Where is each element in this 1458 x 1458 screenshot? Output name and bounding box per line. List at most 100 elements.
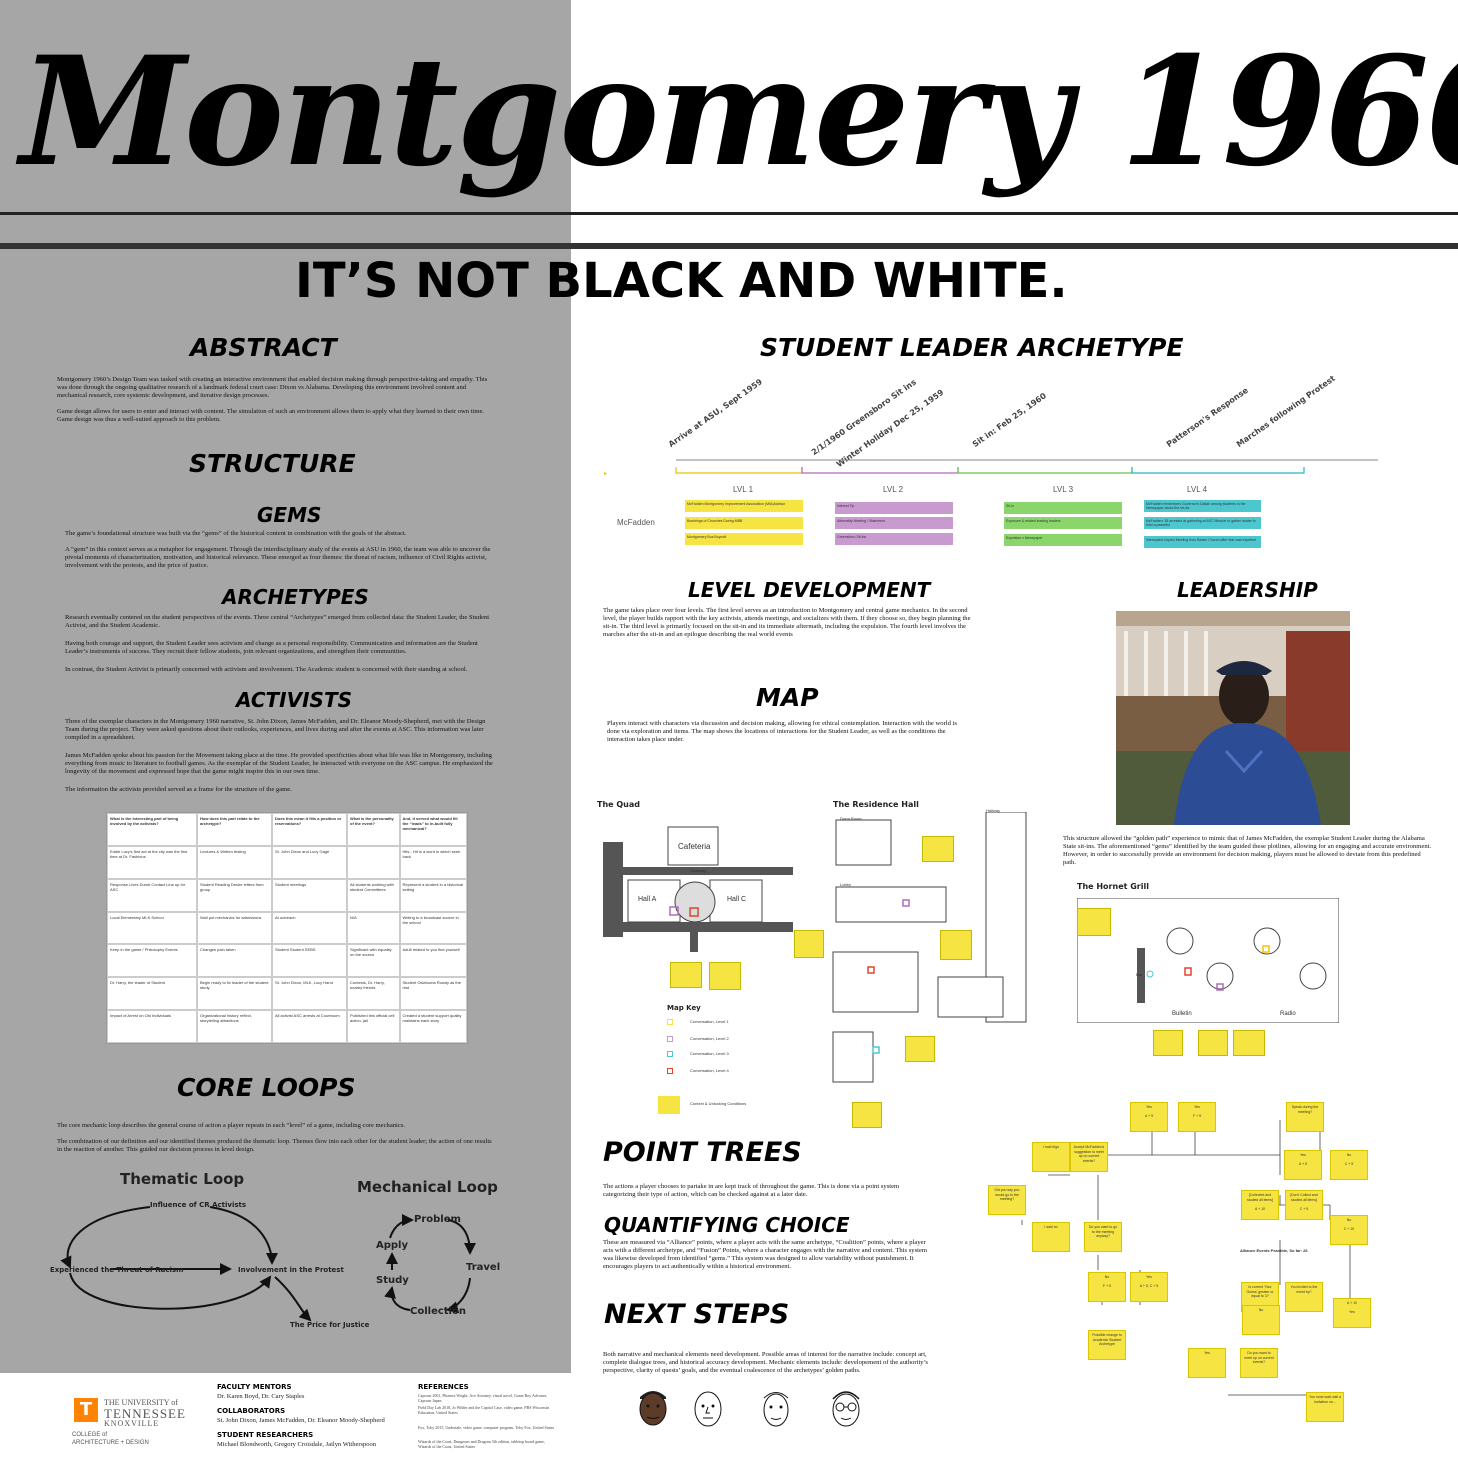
tree-node: Yes A + 5 — [1130, 1102, 1168, 1132]
bar-label: Bar — [1136, 972, 1143, 977]
map-key-label: Context & Unlocking Conditions — [690, 1101, 747, 1106]
abstract-p2: Game design allows for users to enter an… — [57, 408, 485, 423]
table-cell: Dr. Harry, the leader of Student — [107, 977, 197, 1011]
grill-note-2 — [1153, 1030, 1183, 1056]
tree-node: Speak during the meeting? — [1286, 1102, 1324, 1132]
map-key-swatch — [667, 1019, 673, 1025]
tree-node: A + 10 Yes — [1333, 1298, 1371, 1328]
quad-map — [603, 826, 793, 952]
collaborators-names: St. John Dixon, James McFadden, Dr. Elea… — [217, 1417, 385, 1424]
level-4-label: LVL 4 — [1187, 485, 1208, 494]
thematic-bottom-label: The Price for Justice — [290, 1321, 370, 1329]
portrait-3 — [763, 1392, 789, 1427]
table-cell: Represent a student in a historical sett… — [399, 878, 467, 912]
tree-node: I hold it/go — [1032, 1142, 1070, 1172]
level-1-label: LVL 1 — [733, 485, 754, 494]
table-cell: St. John Dixon and Lucy Gage — [272, 845, 347, 879]
map-key-label: Conversation, Level 1 — [690, 1019, 729, 1024]
table-cell: Response Lives Dumb Contact Line up for … — [107, 878, 197, 912]
table-cell: Significant with equality on the source — [347, 944, 400, 978]
hornet-grill-title: The Hornet Grill — [1077, 882, 1149, 891]
map-key-label: Conversation, Level 3 — [690, 1051, 729, 1056]
thematic-loop-title: Thematic Loop — [120, 1170, 245, 1188]
quantifying-choice-p1: These are measured via “Alliance” points… — [603, 1239, 928, 1270]
references-heading: REFERENCES — [418, 1383, 469, 1391]
structure-heading: STRUCTURE — [189, 449, 356, 478]
faculty-heading: FACULTY MENTORS — [217, 1383, 292, 1391]
reference-4: Wizards of the Coast, Dungeons and Drago… — [418, 1439, 545, 1449]
collaborators-heading: COLLABORATORS — [217, 1407, 286, 1415]
title-rule-thick — [0, 243, 1458, 249]
svg-text:▸: ▸ — [604, 470, 607, 477]
tree-node: Yes A + 5, C + 5 — [1130, 1272, 1168, 1302]
tree-node: Yes — [1188, 1348, 1226, 1378]
interview-spreadsheet: What is the interesting part of being in… — [106, 812, 468, 1044]
table-cell: Local Elementary MLK School — [107, 911, 197, 945]
table-cell: Contests, Dr. Harry, nearby friends — [347, 977, 400, 1011]
walkway-label: Walkway — [690, 868, 706, 873]
quad-title: The Quad — [597, 800, 640, 809]
activists-heading: ACTIVISTS — [236, 688, 352, 712]
lvl4-event-1: McFadden remembers Governor's Dallah amo… — [1144, 500, 1261, 512]
tree-node: Yes F + 5 — [1178, 1102, 1216, 1132]
residence-note-3 — [940, 930, 972, 960]
level-development-heading: LEVEL DEVELOPMENT — [688, 578, 931, 602]
mechanical-loop-title: Mechanical Loop — [357, 1178, 498, 1196]
tree-node: [Don't Collect and studied all items] C … — [1285, 1190, 1323, 1220]
quad-note-2 — [709, 962, 741, 990]
lobby-label: Lobby — [840, 882, 851, 887]
poster-title: Montgomery 1960 — [20, 24, 1458, 200]
student-leader-heading: STUDENT LEADER ARCHETYPE — [760, 333, 1184, 362]
mechanical-top-label: Problem — [414, 1214, 461, 1225]
lvl4-event-3: Interrupted Capitol Meeting from Baxter … — [1144, 536, 1261, 548]
leadership-p1: This structure allowed the “golden path”… — [1063, 835, 1432, 866]
table-cell: All students working with student Commit… — [347, 878, 400, 912]
thematic-loop-diagram — [60, 1206, 312, 1322]
quad-note-1 — [670, 962, 702, 988]
tree-node: No F + 5 — [1088, 1272, 1126, 1302]
lvl3-event-1: Sit-in — [1004, 502, 1122, 514]
table-cell: Student meetings — [272, 878, 347, 912]
activists-p3: The information the activists provided s… — [65, 786, 292, 793]
tree-node: No C + 10 — [1330, 1215, 1368, 1245]
gems-heading: GEMS — [257, 503, 322, 527]
college-line2: ARCHITECTURE + DESIGN — [72, 1440, 149, 1446]
grill-note-3 — [1198, 1030, 1228, 1056]
table-cell: All activist ASC arrests at Courtroom — [272, 1010, 347, 1043]
table-cell: Wall put mechanics for admissions — [197, 911, 272, 945]
abstract-p1: Montgomery 1960’s Design Team was tasked… — [57, 376, 488, 399]
row-label-mcfadden: McFadden — [617, 518, 655, 527]
next-steps-p1: Both narrative and mechanical elements n… — [603, 1351, 928, 1374]
table-cell: Created a student support quality mainta… — [399, 1010, 467, 1043]
university-logo: T — [74, 1398, 98, 1422]
table-cell: Impact of Arrest on Old Individuals — [107, 1010, 197, 1043]
grill-note-4 — [1233, 1030, 1265, 1056]
core-loops-p2: The combination of our definition and ou… — [57, 1138, 492, 1153]
abstract-heading: ABSTRACT — [190, 333, 337, 362]
gems-p2: A “gem” in this context serves as a meta… — [65, 546, 491, 569]
mechanical-lower-left-label: Study — [376, 1275, 409, 1286]
table-cell: Adult related to you find yourself — [399, 944, 467, 978]
level-3-label: LVL 3 — [1053, 485, 1074, 494]
university-line3: KNOXVILLE — [104, 1419, 160, 1428]
table-cell: N/A — [347, 911, 400, 945]
map-key-swatch — [667, 1036, 673, 1042]
tree-node: No — [1242, 1305, 1280, 1335]
map-key-swatch — [658, 1096, 680, 1114]
hornet-grill-map — [1077, 898, 1339, 1023]
mcfadden-photo — [1116, 611, 1350, 825]
table-cell: Writing to a broadcast source in the sch… — [399, 911, 467, 945]
table-cell: Keep in the game / Philosophy Events — [107, 944, 197, 978]
level-development-p1: The game takes place over four levels. T… — [603, 607, 971, 638]
grill-note-1 — [1077, 908, 1111, 936]
reference-1: Capcom 2001, Phoenix Wright: Ace Attorne… — [418, 1393, 548, 1403]
thematic-right-label: Involvement in the Protest — [238, 1266, 344, 1274]
lvl1-event-3: Montgomery Bus Boycott — [685, 533, 803, 545]
archetypes-heading: ARCHETYPES — [222, 585, 369, 609]
core-loops-heading: CORE LOOPS — [177, 1073, 356, 1102]
table-cell: St. John Dixon, MLK, Lucy Hand — [272, 977, 347, 1011]
hallway-label: Hallway — [986, 808, 1001, 813]
timeline-date-1: Arrive at ASU, Sept 1959 — [666, 377, 765, 449]
tree-caption: Alliance Events Possible, So far: 26 — [1240, 1248, 1308, 1253]
reference-2: Field Day Lab 2018, Jo Wilder and the Ca… — [418, 1405, 550, 1415]
